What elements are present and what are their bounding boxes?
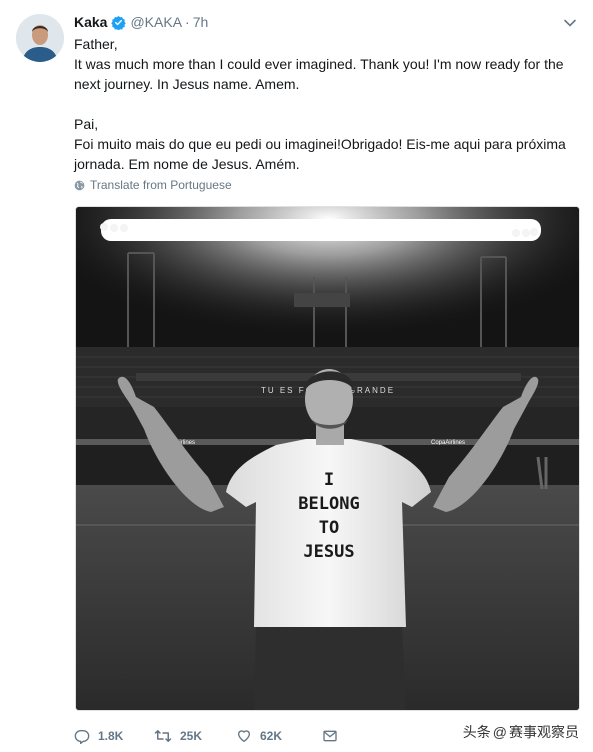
translate-link[interactable]: Translate from Portuguese <box>74 178 232 192</box>
avatar-image <box>16 14 64 62</box>
verified-badge-icon <box>111 15 127 30</box>
chevron-down-icon[interactable] <box>563 16 577 30</box>
watermark-right: 赛事观察员 <box>509 724 579 740</box>
tweet-line: next journey. In Jesus name. Amem. <box>74 76 300 92</box>
jeans <box>254 627 406 710</box>
tweet-actions: 1.8K 25K 62K <box>74 724 352 748</box>
author-name[interactable]: Kaka <box>74 14 107 30</box>
like-count: 62K <box>260 729 283 743</box>
direct-message-button[interactable] <box>322 728 352 744</box>
watermark-at: @ <box>492 724 507 740</box>
reply-icon <box>74 730 90 744</box>
watermark-left: 头条 <box>462 724 491 740</box>
tweet-line: It was much more than I could ever imagi… <box>74 56 564 72</box>
watermark: 头条 @ 赛事观察员 <box>463 722 579 742</box>
reply-button[interactable]: 1.8K <box>74 728 154 744</box>
tweet: Kaka @KAKA · 7h Father, It was much more… <box>0 0 593 752</box>
translate-label: Translate from Portuguese <box>90 178 232 192</box>
retweet-button[interactable]: 25K <box>154 728 236 744</box>
shirt-line: TO <box>319 518 339 538</box>
heart-icon <box>238 730 250 742</box>
tweet-line: jornada. Em nome de Jesus. Amém. <box>74 156 300 172</box>
tweet-header: Kaka @KAKA · 7h <box>74 12 208 32</box>
shirt-line: BELONG <box>298 494 359 514</box>
tweet-line: Foi muito mais do que eu pedi ou imagine… <box>74 136 566 152</box>
tweet-line: Pai, <box>74 116 99 132</box>
tweet-text: Father, It was much more than I could ev… <box>74 34 574 174</box>
shirt-line: JESUS <box>303 542 354 562</box>
floodlights <box>101 219 541 241</box>
stadium-photo: TU ES FORTE · GRANDE CopaAirlines CopaAi… <box>76 207 579 710</box>
tweet-timestamp[interactable]: 7h <box>193 14 209 30</box>
reply-count: 1.8K <box>98 729 124 743</box>
author-handle[interactable]: @KAKA <box>130 14 182 30</box>
separator-dot: · <box>185 14 190 30</box>
like-button[interactable]: 62K <box>236 728 322 744</box>
tweet-line: Father, <box>74 36 118 52</box>
envelope-icon <box>323 730 337 742</box>
avatar[interactable] <box>16 14 64 62</box>
globe-icon <box>74 180 85 190</box>
retweet-icon <box>154 730 172 742</box>
retweet-count: 25K <box>180 729 203 743</box>
tweet-photo[interactable]: TU ES FORTE · GRANDE CopaAirlines CopaAi… <box>75 206 580 711</box>
shirt-line: I <box>324 470 334 490</box>
